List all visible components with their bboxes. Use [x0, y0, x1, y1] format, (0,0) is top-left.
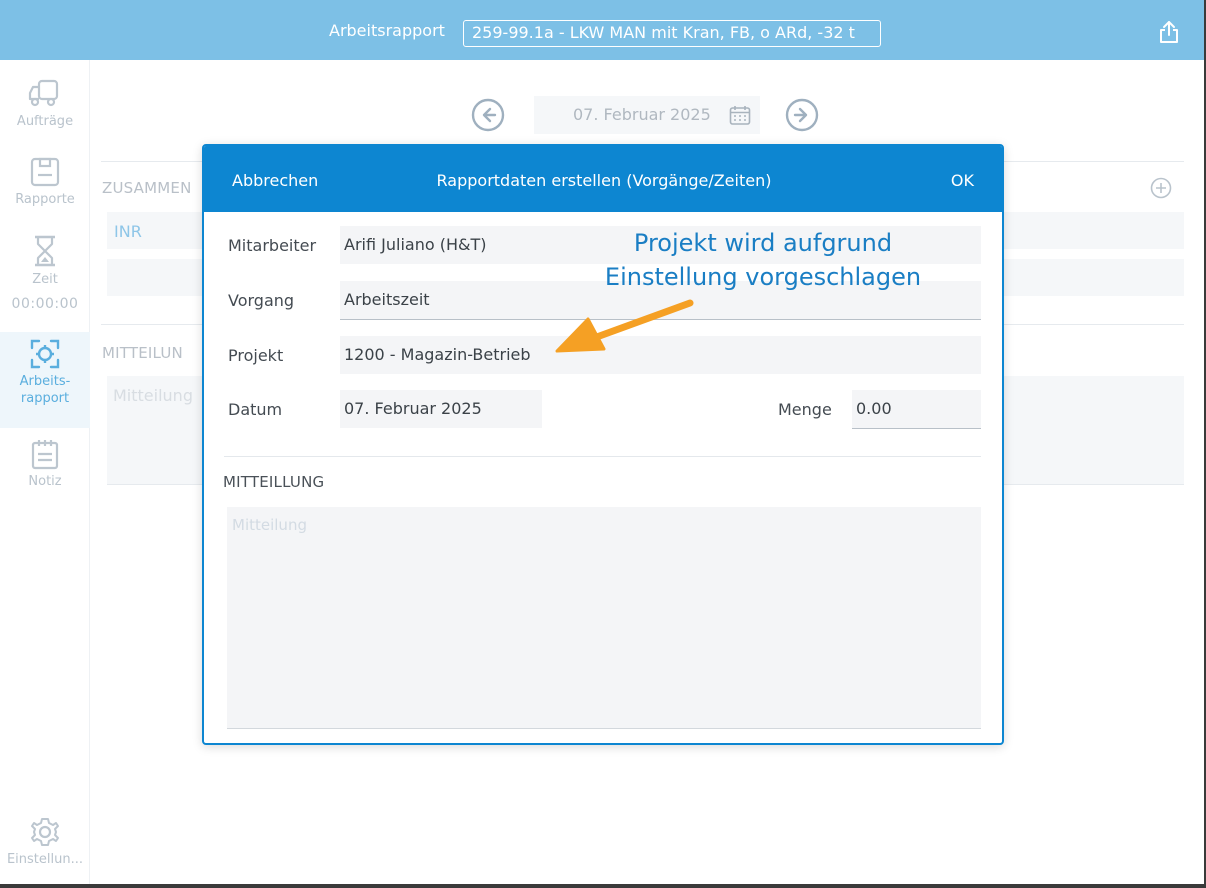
previous-date-icon[interactable]: [471, 98, 505, 132]
sidebar-item-label: Rapporte: [15, 192, 75, 207]
sidebar-item-notiz[interactable]: Notiz: [0, 438, 90, 490]
date-value: 07. Februar 2025: [573, 105, 711, 124]
annotation-arrow-icon: [555, 299, 694, 353]
page-message-placeholder: Mitteilung: [113, 386, 193, 405]
menge-field[interactable]: 0.00: [852, 390, 981, 429]
hourglass-icon: [35, 235, 55, 267]
add-icon[interactable]: [1150, 177, 1172, 199]
sidebar-item-label: Notiz: [28, 474, 62, 489]
date-picker[interactable]: 07. Februar 2025: [534, 96, 760, 134]
bottom-edge: [0, 884, 1206, 888]
share-icon[interactable]: [1158, 20, 1180, 44]
sidebar-item-label-2: rapport: [20, 391, 70, 406]
projekt-label: Projekt: [228, 346, 284, 365]
sidebar-item-auftraege[interactable]: Aufträge: [0, 78, 90, 130]
document-selector[interactable]: 259-99.1a - LKW MAN mit Kran, FB, o ARd,…: [463, 20, 881, 47]
sidebar: Aufträge Rapporte Zeit 00:00:00 Arbeits-…: [0, 60, 90, 884]
target-icon: [30, 339, 60, 369]
annotation-callout: Projekt wird aufgrund Einstellung vorges…: [568, 226, 958, 294]
dialog-header: Rapportdaten erstellen (Vorgänge/Zeiten)…: [204, 146, 1002, 212]
sidebar-item-rapporte[interactable]: Rapporte: [0, 156, 90, 208]
sidebar-item-label: Arbeits-: [19, 374, 71, 389]
calendar-icon: [729, 106, 751, 125]
top-bar: Arbeitsrapport 259-99.1a - LKW MAN mit K…: [0, 0, 1204, 60]
cancel-button[interactable]: Abbrechen: [232, 171, 318, 190]
page-title: Arbeitsrapport: [329, 21, 445, 40]
annotation-line-1: Projekt wird aufgrund: [633, 229, 893, 257]
vorgang-label: Vorgang: [228, 291, 295, 310]
notepad-icon: [31, 440, 59, 470]
gear-icon: [31, 818, 59, 846]
row-value: INR: [114, 222, 142, 241]
clipboard-icon: [30, 157, 60, 187]
app-screen: Arbeitsrapport 259-99.1a - LKW MAN mit K…: [0, 0, 1204, 884]
datum-field[interactable]: 07. Februar 2025: [340, 390, 542, 428]
sidebar-item-zeit[interactable]: Zeit 00:00:00: [0, 234, 90, 313]
annotation-line-2: Einstellung vorgeschlagen: [604, 263, 922, 291]
dialog-title: Rapportdaten erstellen (Vorgänge/Zeiten): [436, 171, 772, 190]
dialog-divider: [224, 456, 981, 457]
section-message-heading: MITTEILUN: [102, 344, 183, 362]
sidebar-item-label: Aufträge: [16, 114, 74, 129]
datum-label: Datum: [228, 400, 283, 419]
sidebar-item-einstellungen[interactable]: Einstellun...: [0, 816, 90, 868]
sidebar-item-arbeitsrapport[interactable]: Arbeits- rapport: [0, 332, 90, 428]
ok-button[interactable]: OK: [951, 171, 974, 190]
message-heading: MITTEILLUNG: [223, 473, 325, 491]
next-date-icon[interactable]: [785, 98, 819, 132]
section-summary-heading: ZUSAMMEN: [102, 179, 192, 197]
timer-value: 00:00:00: [11, 296, 79, 312]
message-textarea[interactable]: [227, 507, 981, 729]
sidebar-item-label: Zeit: [32, 272, 58, 287]
truck-icon: [28, 79, 59, 107]
mitarbeiter-label: Mitarbeiter: [228, 236, 317, 255]
menge-label: Menge: [778, 400, 832, 419]
sidebar-item-label: Einstellun...: [6, 852, 84, 867]
